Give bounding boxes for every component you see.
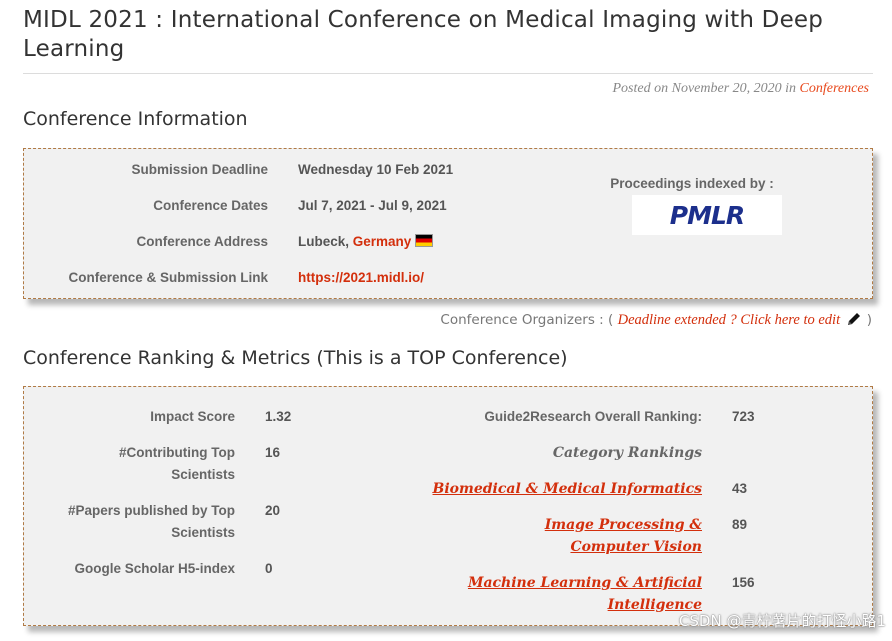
conference-info-heading: Conference Information [23,108,248,130]
organizers-label: Conference Organizers : ( [440,312,614,328]
papers-published-label: #Papers published by Top Scientists [67,503,235,540]
overall-ranking-label: Guide2Research Overall Ranking: [484,409,702,424]
category-rankings-heading: Category Rankings [552,445,702,461]
posted-meta: Posted on November 20, 2020 in Conferenc… [613,81,870,97]
contributing-scientists-label: #Contributing Top Scientists [119,445,235,482]
impact-score-value: 1.32 [265,409,292,424]
organizers-line: Conference Organizers : ( Deadline exten… [440,311,872,331]
conference-dates-label: Conference Dates [153,198,268,213]
category-rank-machine-learning: 156 [732,575,755,590]
title-divider [23,73,873,74]
submission-deadline-label: Submission Deadline [131,162,268,177]
proceedings-label: Proceedings indexed by : [610,176,774,191]
conference-address-label: Conference Address [136,234,268,249]
submission-link-label: Conference & Submission Link [68,270,268,285]
category-rank-biomedical: 43 [732,481,748,496]
conference-address-value: Lubeck, Germany [298,231,434,253]
category-link-biomedical[interactable]: Biomedical & Medical Informatics [424,478,702,500]
category-link-image-processing[interactable]: Image Processing & Computer Vision [464,514,702,558]
conference-info-box: Submission Deadline Wednesday 10 Feb 202… [23,148,873,299]
impact-score-label: Impact Score [150,409,235,424]
posted-date: Posted on November 20, 2020 in [612,81,797,96]
submission-deadline-value: Wednesday 10 Feb 2021 [298,162,454,177]
h5-index-label: Google Scholar H5-index [74,561,235,576]
germany-flag-icon [415,234,434,247]
pmlr-logo[interactable]: PMLR [632,195,782,235]
csdn-watermark: CSDN @青柠薯片的打怪小路1 [678,612,886,630]
h5-index-value: 0 [265,561,273,576]
edit-deadline-link[interactable]: Deadline extended ? Click here to edit [618,312,841,328]
submission-link[interactable]: https://2021.midl.io/ [298,267,424,289]
category-rank-image-processing: 89 [732,517,748,532]
page-title: MIDL 2021 : International Conference on … [23,7,824,62]
category-link-machine-learning[interactable]: Machine Learning & Artificial Intelligen… [464,572,702,616]
conference-dates-value: Jul 7, 2021 - Jul 9, 2021 [298,198,447,213]
papers-published-value: 20 [265,503,281,518]
category-link-conferences[interactable]: Conferences [800,81,869,96]
ranking-heading: Conference Ranking & Metrics (This is a … [23,347,568,369]
contributing-scientists-value: 16 [265,445,281,460]
ranking-metrics-box: Impact Score 1.32 #Contributing Top Scie… [23,386,873,626]
organizers-close-paren: ) [866,312,872,328]
country-link-germany[interactable]: Germany [353,234,412,249]
pencil-icon[interactable] [846,311,862,331]
overall-ranking-value: 723 [732,409,755,424]
address-city: Lubeck, [298,234,350,249]
